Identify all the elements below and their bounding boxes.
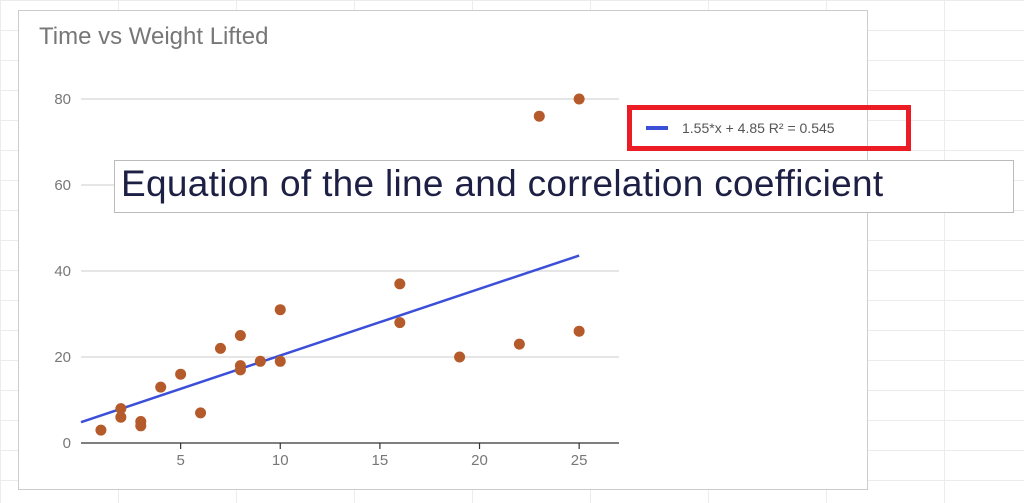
data-point [394,317,405,328]
y-tick-label: 80 [54,91,71,108]
data-point [175,369,186,380]
data-point [275,356,286,367]
x-tick-label: 25 [571,452,588,469]
scatter-chart-svg: 0 20 40 60 80 5 10 15 20 25 [19,11,869,491]
data-point [155,382,166,393]
trendline-legend-text: 1.55*x + 4.85 R² = 0.545 [682,120,835,136]
data-point [95,425,106,436]
x-tick-label: 10 [272,452,289,469]
chart-panel: Time vs Weight Lifted 020406080510152025… [18,10,868,490]
data-point [115,403,126,414]
y-tick-label: 40 [54,263,71,280]
data-point [255,356,266,367]
data-point [574,326,585,337]
chart-plot-area: 0 20 40 60 80 5 10 15 20 25 [19,11,867,489]
y-tick-label: 0 [63,435,71,452]
data-point [195,407,206,418]
annotation-label: Equation of the line and correlation coe… [114,160,1014,213]
data-point [534,111,545,122]
x-tick-label: 15 [372,452,389,469]
x-tick-label: 20 [471,452,488,469]
data-point [454,352,465,363]
data-point [574,94,585,105]
trendline-legend-swatch [646,126,668,130]
data-point [394,278,405,289]
data-point [235,360,246,371]
y-tick-label: 20 [54,349,71,366]
data-point [235,330,246,341]
data-point [514,339,525,350]
trendline-legend-box: 1.55*x + 4.85 R² = 0.545 [627,105,911,151]
y-tick-label: 60 [54,177,71,194]
trendline [81,256,579,423]
data-point [215,343,226,354]
x-tick-label: 5 [176,452,184,469]
data-point [275,304,286,315]
data-point [135,420,146,431]
